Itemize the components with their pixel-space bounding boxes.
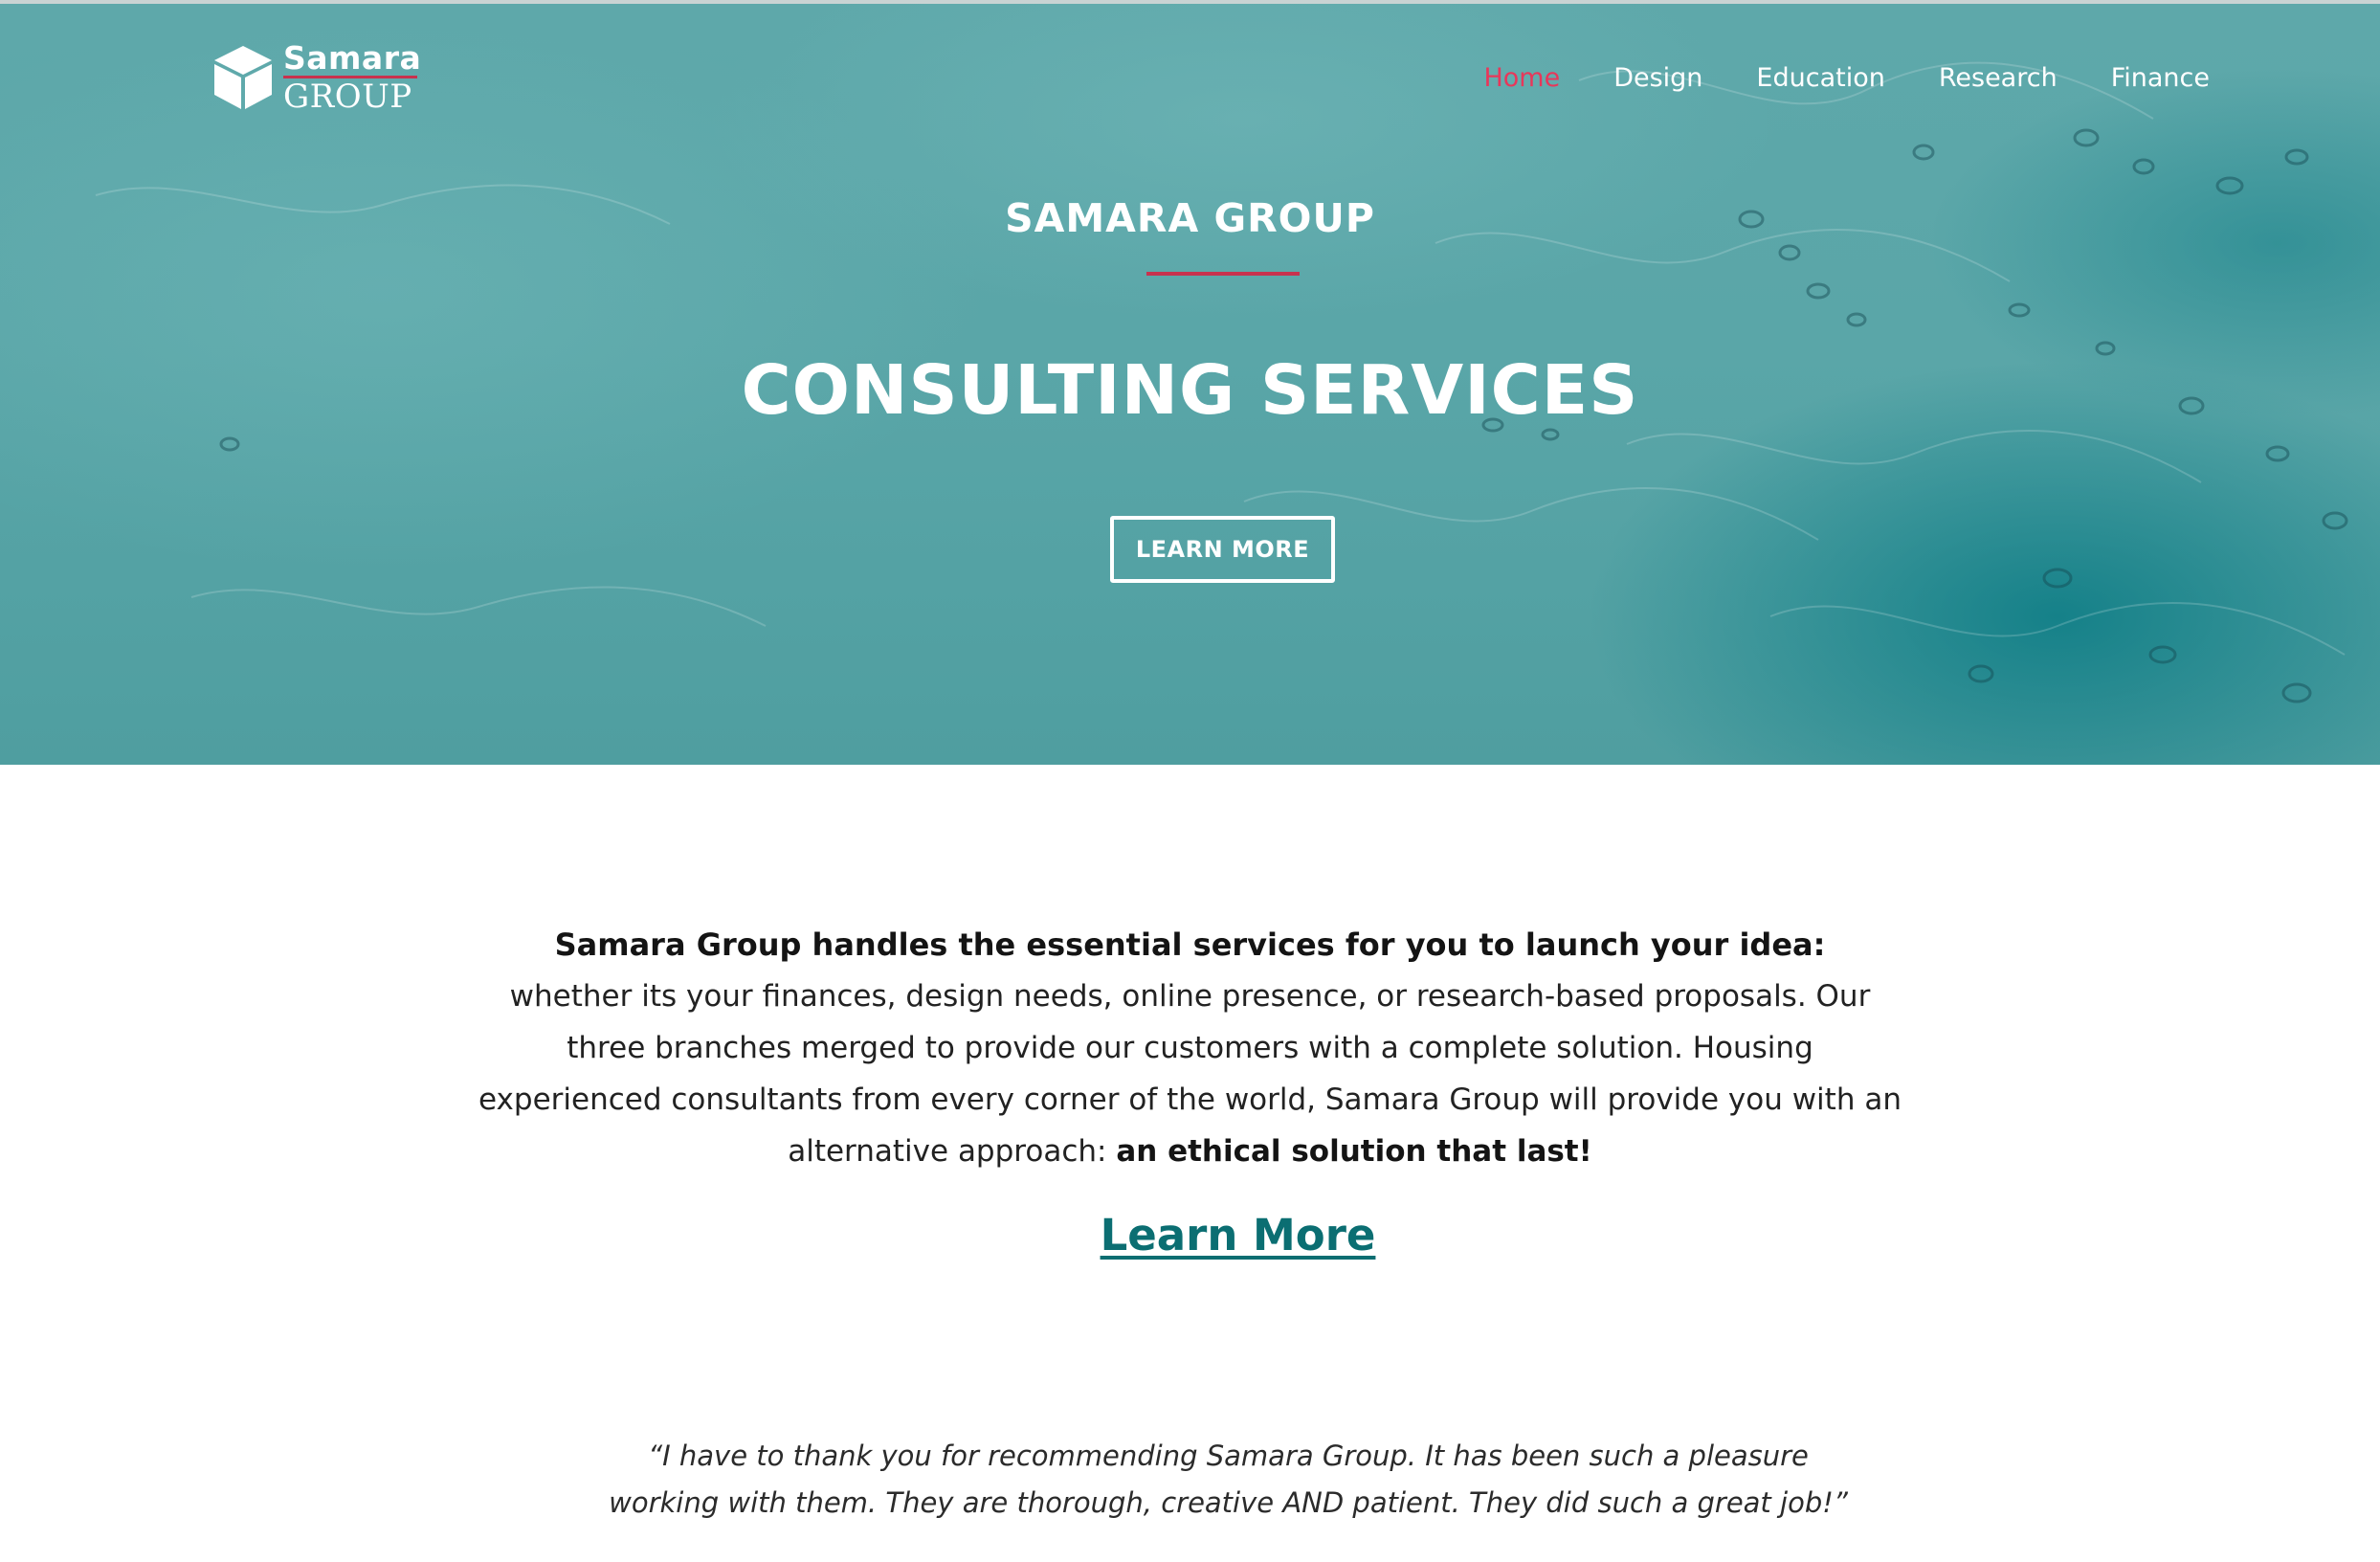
intro-emphasis: an ethical solution that last! [1116,1134,1592,1169]
hero-title: CONSULTING SERVICES [741,350,1639,430]
nav-item-finance[interactable]: Finance [2111,63,2210,93]
logo-top-text: Samara [283,39,422,77]
main-navigation: Home Design Education Research Finance [1430,63,2210,93]
logo-wordmark: Samara GROUP [283,42,421,113]
samara-group-logo[interactable]: Samara GROUP [212,42,421,113]
nav-item-research[interactable]: Research [1939,63,2057,93]
hero-learn-more-button[interactable]: LEARN MORE [1110,516,1335,583]
nav-item-design[interactable]: Design [1613,63,1702,93]
intro-section: Samara Group handles the essential servi… [0,919,2380,1177]
hero-banner: Samara GROUP Home Design Education Resea… [0,0,2380,765]
hero-divider [1146,272,1300,276]
learn-more-link[interactable]: Learn More [0,1210,2380,1261]
nav-item-education[interactable]: Education [1756,63,1884,93]
nav-item-home[interactable]: Home [1483,63,1560,93]
hero-kicker: SAMARA GROUP [1005,195,1375,241]
testimonial: “I have to thank you for recommending Sa… [0,1433,2380,1527]
intro-body: whether its your finances, design needs,… [473,971,1908,1177]
testimonial-quote: “I have to thank you for recommending Sa… [609,1439,1848,1519]
cube-icon [214,46,272,109]
intro-lead: Samara Group handles the essential servi… [554,926,1826,963]
logo-bottom-text: GROUP [283,78,412,116]
